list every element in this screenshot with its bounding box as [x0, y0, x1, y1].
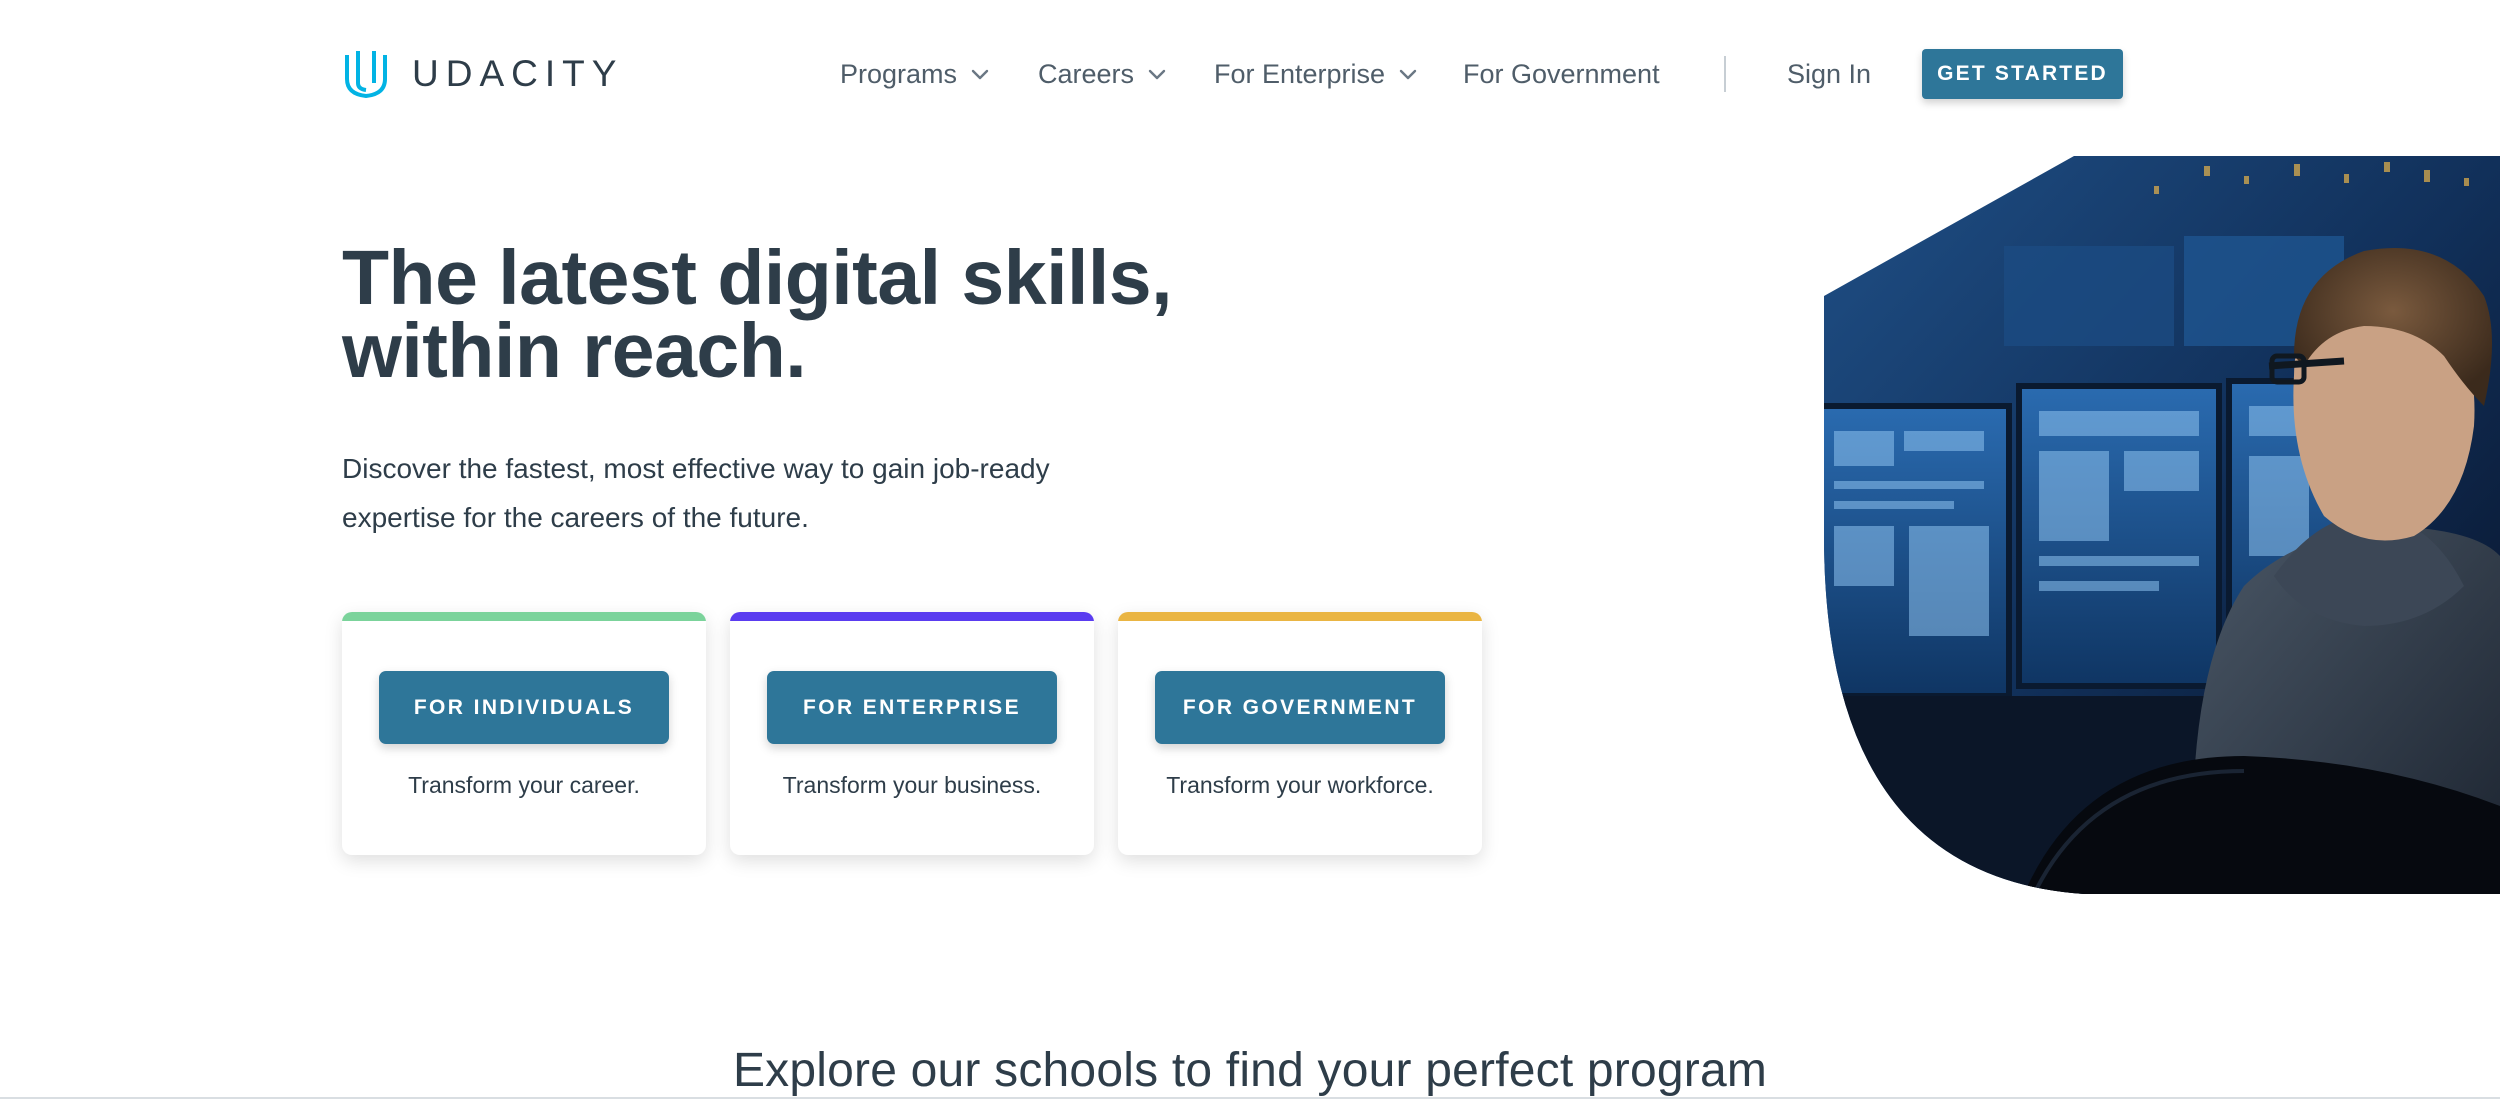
nav-divider: [1724, 56, 1726, 92]
hero-title: The latest digital skills, within reach.: [342, 240, 1342, 390]
card-individuals: FOR INDIVIDUALS Transform your career.: [342, 612, 706, 855]
for-enterprise-button[interactable]: FOR ENTERPRISE: [767, 671, 1057, 744]
card-description: Transform your workforce.: [1166, 772, 1434, 798]
hero-subtitle-line-2: expertise for the careers of the future.: [342, 502, 809, 533]
card-accent-bar: [730, 612, 1094, 621]
chevron-down-icon: [971, 69, 989, 80]
site-header: UDACITY Programs Careers For Enterprise …: [0, 0, 2500, 148]
hero-subtitle: Discover the fastest, most effective way…: [342, 444, 1142, 542]
nav-for-government[interactable]: For Government: [1463, 59, 1660, 90]
page-divider: [0, 1097, 2500, 1099]
nav-careers[interactable]: Careers: [1038, 59, 1166, 90]
nav-careers-label: Careers: [1038, 58, 1135, 89]
nav-government-label: For Government: [1463, 58, 1660, 89]
nav-enterprise-label: For Enterprise: [1214, 58, 1386, 89]
for-government-button[interactable]: FOR GOVERNMENT: [1155, 671, 1445, 744]
sign-in-label: Sign In: [1787, 58, 1872, 89]
card-accent-bar: [1118, 612, 1482, 621]
chevron-down-icon: [1148, 69, 1166, 80]
card-accent-bar: [342, 612, 706, 621]
nav-programs-label: Programs: [840, 58, 958, 89]
schools-heading: Explore our schools to find your perfect…: [732, 1044, 1768, 1097]
nav-for-enterprise[interactable]: For Enterprise: [1214, 59, 1417, 90]
for-individuals-button[interactable]: FOR INDIVIDUALS: [379, 671, 669, 744]
card-government: FOR GOVERNMENT Transform your workforce.: [1118, 612, 1482, 855]
hero-image: [1824, 156, 2500, 894]
get-started-button[interactable]: GET STARTED: [1922, 49, 2123, 99]
card-description: Transform your career.: [408, 772, 640, 798]
card-enterprise: FOR ENTERPRISE Transform your business.: [730, 612, 1094, 855]
sign-in-link[interactable]: Sign In: [1787, 59, 1871, 90]
hero-title-line-2: within reach.: [342, 308, 807, 394]
hero-subtitle-line-1: Discover the fastest, most effective way…: [342, 453, 1050, 484]
nav-programs[interactable]: Programs: [840, 59, 989, 90]
card-description: Transform your business.: [782, 772, 1042, 798]
udacity-u-icon: [345, 51, 387, 98]
udacity-logo[interactable]: UDACITY: [342, 49, 623, 99]
brand-name: UDACITY: [412, 53, 624, 94]
chevron-down-icon: [1399, 69, 1417, 80]
